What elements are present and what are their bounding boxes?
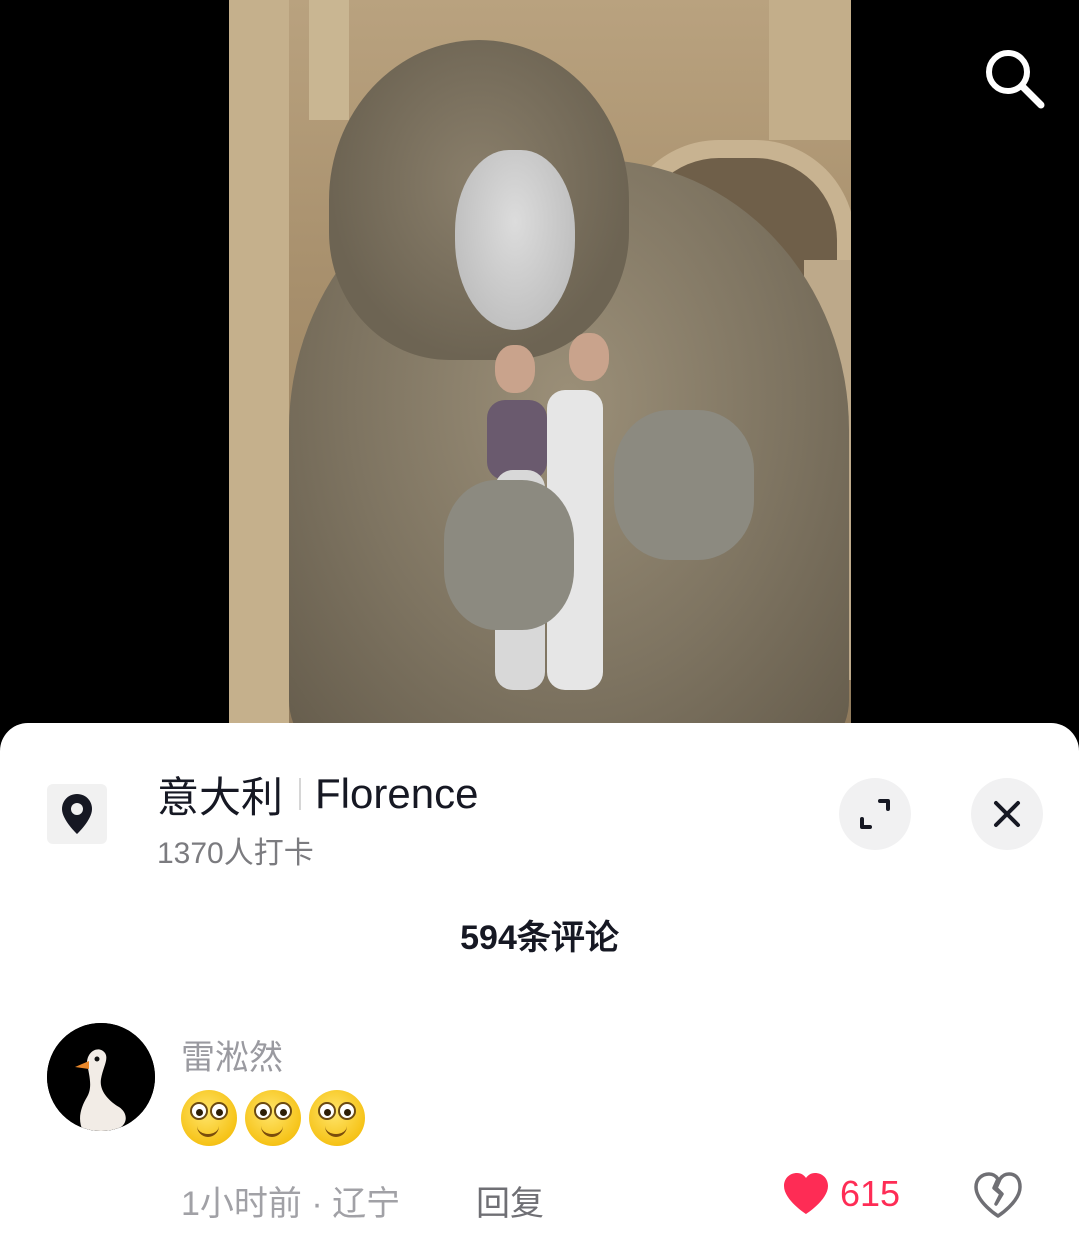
- checkin-count: 1370人打卡: [157, 837, 314, 870]
- post-photo[interactable]: [229, 0, 851, 730]
- expand-icon: [860, 799, 890, 829]
- dislike-button[interactable]: [972, 1170, 1024, 1222]
- location-pin-icon: [62, 794, 92, 834]
- dizzy-face-emoji-icon: [309, 1090, 365, 1146]
- comment-count-title: 594条评论: [460, 919, 619, 957]
- expand-button[interactable]: [839, 778, 911, 850]
- like-button[interactable]: 615: [782, 1172, 900, 1216]
- close-button[interactable]: [971, 778, 1043, 850]
- location-city: Florence: [315, 770, 479, 817]
- avatar[interactable]: [47, 1023, 155, 1131]
- comment-username[interactable]: 雷淞然: [181, 1030, 283, 1079]
- heart-icon: [784, 1173, 828, 1214]
- reply-button[interactable]: 回复: [476, 1176, 544, 1225]
- close-icon: [994, 801, 1020, 827]
- search-button[interactable]: [972, 36, 1056, 120]
- goose-avatar-icon: [47, 1023, 155, 1131]
- broken-heart-icon: [974, 1172, 1022, 1218]
- location-country: 意大利: [157, 773, 284, 821]
- dizzy-face-emoji-icon: [181, 1090, 237, 1146]
- location-title[interactable]: 意大利 Florence: [157, 766, 478, 822]
- location-icon-box[interactable]: [47, 784, 107, 844]
- dizzy-face-emoji-icon: [245, 1090, 301, 1146]
- comment-time-location: 1小时前 · 辽宁: [181, 1185, 401, 1223]
- title-divider: [299, 778, 302, 810]
- search-icon: [986, 50, 1045, 109]
- comment-text: [181, 1090, 365, 1146]
- like-count: 615: [840, 1173, 901, 1214]
